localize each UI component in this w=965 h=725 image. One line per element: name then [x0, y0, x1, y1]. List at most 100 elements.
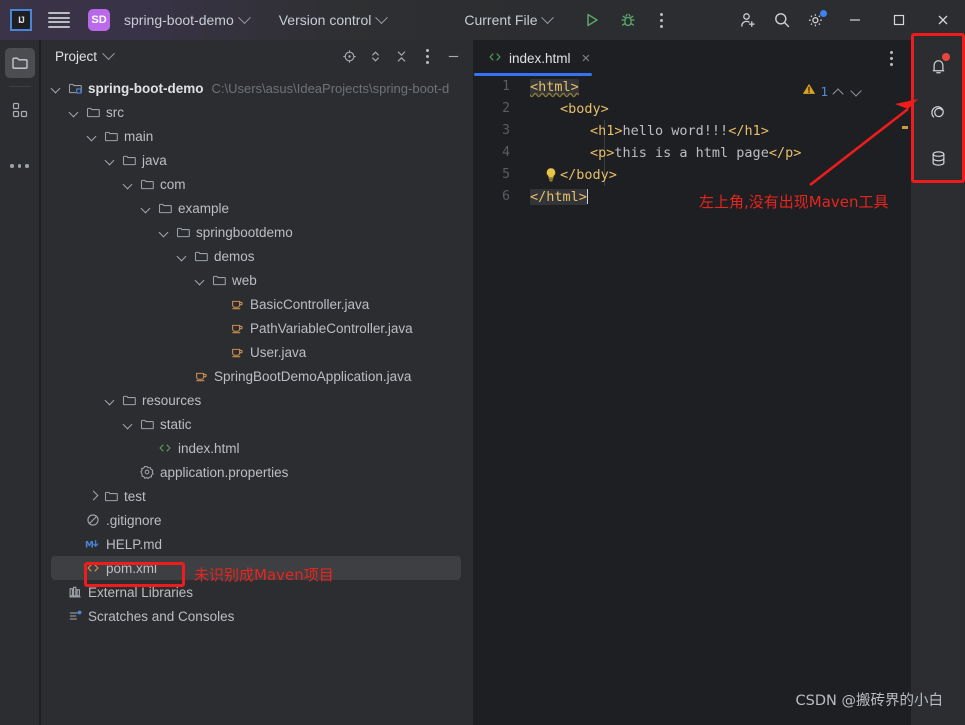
tree-node-src[interactable]: src	[41, 100, 473, 124]
more-options-icon[interactable]	[652, 9, 670, 31]
tree-node-gitignore[interactable]: .gitignore	[41, 508, 473, 532]
structure-icon[interactable]	[5, 95, 35, 125]
panel-options-icon[interactable]	[415, 44, 439, 68]
tree-node-web[interactable]: web	[41, 268, 473, 292]
problems-widget[interactable]: 1	[802, 82, 864, 101]
database-icon[interactable]	[922, 142, 954, 174]
chevron-down-icon[interactable]	[177, 250, 189, 262]
line-number: 2	[502, 101, 510, 116]
chevron-down-icon[interactable]	[123, 418, 135, 430]
error-stripe-marker[interactable]	[902, 126, 908, 129]
xml-file-icon	[85, 560, 101, 576]
scratches-icon	[67, 608, 83, 624]
code-editor[interactable]: 123456 <html> <body> <h1>hello word!!!</h1…	[474, 76, 910, 725]
chevron-down-icon[interactable]	[69, 106, 81, 118]
folder-icon	[211, 272, 227, 288]
java-class-icon	[193, 368, 209, 384]
chevron-down-icon[interactable]	[102, 46, 115, 60]
run-icon[interactable]	[580, 8, 604, 32]
search-icon[interactable]	[765, 0, 799, 40]
tree-node-basicctl[interactable]: BasicController.java	[41, 292, 473, 316]
tree-node-test[interactable]: test	[41, 484, 473, 508]
line-number: 1	[502, 79, 510, 94]
intention-bulb-icon[interactable]	[544, 167, 558, 183]
chevron-down-icon[interactable]	[51, 82, 63, 94]
tree-node-label: Scratches and Consoles	[88, 608, 235, 624]
tree-node-indexhtml[interactable]: index.html	[41, 436, 473, 460]
tree-node-label: External Libraries	[88, 584, 194, 600]
tree-node-label: SpringBootDemoApplication.java	[214, 368, 412, 384]
close-icon[interactable]: ×	[582, 51, 591, 66]
tree-node-label: User.java	[250, 344, 307, 360]
version-control-selector[interactable]: Version control	[273, 7, 393, 33]
expand-collapse-icon[interactable]	[363, 44, 387, 68]
hide-panel-icon[interactable]	[441, 44, 465, 68]
tree-node-static[interactable]: static	[41, 412, 473, 436]
tree-node-root[interactable]: spring-boot-demo C:\Users\asus\IdeaProjec…	[41, 76, 473, 100]
code-line[interactable]: <body>	[522, 98, 910, 120]
tree-node-label: src	[106, 104, 124, 120]
ai-assistant-icon[interactable]	[922, 96, 954, 128]
chevron-down-icon[interactable]	[159, 226, 171, 238]
editor-options-icon[interactable]	[882, 48, 900, 68]
tree-node-label: test	[124, 488, 146, 504]
previous-problem-icon[interactable]	[832, 85, 846, 99]
tree-node-label: HELP.md	[106, 536, 163, 552]
chevron-down-icon	[375, 10, 389, 24]
project-file-tree[interactable]: spring-boot-demo C:\Users\asus\IdeaProjec…	[41, 76, 473, 725]
tree-node-demos[interactable]: demos	[41, 244, 473, 268]
settings-gear-icon[interactable]	[799, 0, 833, 40]
tree-node-helpmd[interactable]: M HELP.md	[41, 532, 473, 556]
chevron-down-icon[interactable]	[123, 178, 135, 190]
folder-icon	[103, 488, 119, 504]
minimize-icon[interactable]	[833, 0, 877, 40]
maximize-icon[interactable]	[877, 0, 921, 40]
intellij-logo-icon: IJ	[10, 9, 32, 31]
code-line[interactable]: <h1>hello word!!!</h1>	[522, 120, 910, 142]
project-tool-window: Project spring-boot-demo C:\Users\asus\I…	[41, 40, 473, 725]
tab-index-html[interactable]: index.html ×	[474, 40, 600, 76]
tree-node-label: static	[160, 416, 192, 432]
run-configuration-selector[interactable]: Current File	[458, 7, 558, 33]
tree-node-java[interactable]: java	[41, 148, 473, 172]
locate-target-icon[interactable]	[337, 44, 361, 68]
hamburger-menu-icon[interactable]	[48, 11, 70, 29]
tree-node-pathvarctl[interactable]: PathVariableController.java	[41, 316, 473, 340]
tree-node-sbapp[interactable]: SpringBootDemoApplication.java	[41, 364, 473, 388]
chevron-down-icon[interactable]	[87, 130, 99, 142]
more-tool-windows-icon[interactable]	[5, 151, 35, 181]
close-icon[interactable]	[921, 0, 965, 40]
next-problem-icon[interactable]	[850, 85, 864, 99]
tree-node-resources[interactable]: resources	[41, 388, 473, 412]
tree-node-label: web	[232, 272, 257, 288]
chevron-down-icon[interactable]	[141, 202, 153, 214]
tree-node-main[interactable]: main	[41, 124, 473, 148]
chevron-down-icon[interactable]	[105, 154, 117, 166]
tree-node-appprops[interactable]: application.properties	[41, 460, 473, 484]
tree-node-scratches[interactable]: Scratches and Consoles	[41, 604, 473, 628]
tree-node-label: pom.xml	[106, 560, 158, 576]
notifications-bell-icon[interactable]	[922, 50, 954, 82]
java-class-icon	[229, 296, 245, 312]
folder-icon	[121, 152, 137, 168]
tree-node-label: spring-boot-demo	[88, 80, 204, 96]
tree-node-example[interactable]: example	[41, 196, 473, 220]
chevron-down-icon[interactable]	[195, 274, 207, 286]
add-account-icon[interactable]	[731, 0, 765, 40]
debug-icon[interactable]	[616, 8, 640, 32]
tree-node-label: com	[160, 176, 186, 192]
code-line[interactable]: <p>this is a html page</p>	[522, 142, 910, 164]
project-selector[interactable]: spring-boot-demo	[118, 7, 255, 33]
chevron-down-icon[interactable]	[105, 394, 117, 406]
project-folder-icon[interactable]	[4, 48, 35, 78]
tree-node-user[interactable]: User.java	[41, 340, 473, 364]
code-line[interactable]: </body>	[522, 164, 910, 186]
tree-node-sbdemo[interactable]: springbootdemo	[41, 220, 473, 244]
title-bar: IJ SD spring-boot-demo Version control C…	[0, 0, 965, 40]
chevron-right-icon[interactable]	[87, 490, 99, 502]
tree-node-com[interactable]: com	[41, 172, 473, 196]
collapse-all-icon[interactable]	[389, 44, 413, 68]
